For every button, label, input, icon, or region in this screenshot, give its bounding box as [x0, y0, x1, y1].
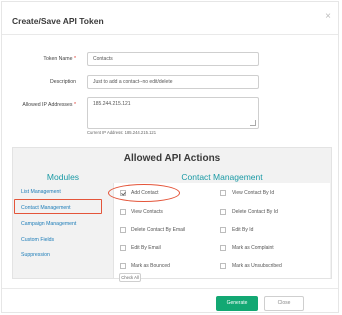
- checkbox-edit-by-id[interactable]: [220, 227, 226, 233]
- action-label: Edit By Id: [232, 227, 254, 233]
- action-label: Delete Contact By Email: [131, 227, 186, 233]
- description-label: Description: [50, 79, 76, 85]
- token-name-input[interactable]: Contacts: [87, 52, 259, 66]
- highlight-contact-management: [14, 199, 102, 214]
- footer-divider: [2, 288, 338, 289]
- close-button[interactable]: Close: [264, 296, 304, 311]
- contact-management-heading: Contact Management: [181, 172, 263, 182]
- module-campaign-management[interactable]: Campaign Management: [21, 221, 76, 227]
- module-custom-fields[interactable]: Custom Fields: [21, 237, 54, 243]
- action-label: Mark as Bounced: [131, 263, 170, 269]
- module-list-management[interactable]: List Management: [21, 189, 61, 195]
- close-icon[interactable]: ×: [325, 11, 331, 22]
- action-label: Delete Contact By Id: [232, 209, 278, 215]
- action-label: View Contacts: [131, 209, 163, 215]
- module-suppression[interactable]: Suppression: [21, 252, 50, 258]
- action-label: Mark as Complaint: [232, 245, 274, 251]
- checkbox-delete-contact-by-email[interactable]: [120, 227, 126, 233]
- allowed-ip-label: Allowed IP Addresses *: [22, 102, 76, 108]
- allowed-ip-textarea[interactable]: 185.244.215.121: [87, 97, 259, 129]
- highlight-add-contact: [108, 184, 180, 202]
- api-actions-title: Allowed API Actions: [123, 153, 221, 164]
- description-input[interactable]: Just to add a contact--no edit/delete: [87, 75, 259, 89]
- generate-button[interactable]: Generate: [216, 296, 258, 311]
- modal-title: Create/Save API Token: [12, 16, 104, 26]
- check-all-button[interactable]: Check All: [119, 273, 141, 282]
- checkbox-delete-contact-by-id[interactable]: [220, 209, 226, 215]
- checkbox-edit-by-email[interactable]: [120, 245, 126, 251]
- modules-heading: Modules: [46, 172, 80, 182]
- checkbox-mark-as-unsubscribed[interactable]: [220, 263, 226, 269]
- action-label: Mark as Unsubscribed: [232, 263, 282, 269]
- action-label: Edit By Email: [131, 245, 161, 251]
- checkbox-view-contact-by-id[interactable]: [220, 190, 226, 196]
- action-label: View Contact By Id: [232, 190, 275, 196]
- checkbox-mark-as-bounced[interactable]: [120, 263, 126, 269]
- header-divider: [2, 34, 338, 35]
- checkbox-mark-as-complaint[interactable]: [220, 245, 226, 251]
- token-name-label: Token Name *: [43, 56, 76, 62]
- checkbox-view-contacts[interactable]: [120, 209, 126, 215]
- current-ip-hint: Current IP Address: 185.244.215.121: [87, 130, 157, 135]
- resize-handle[interactable]: [250, 120, 256, 126]
- api-token-modal: Create/Save API Token × Token Name * Con…: [1, 1, 339, 313]
